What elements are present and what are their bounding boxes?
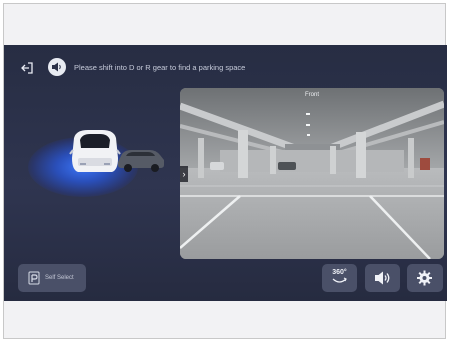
camera-nav-arrow[interactable]: › (180, 166, 188, 182)
gear-icon (417, 270, 432, 286)
camera-feed-image (180, 88, 444, 259)
view-360-label: 360° (332, 269, 347, 276)
settings-button[interactable] (407, 264, 443, 292)
exit-icon[interactable] (20, 61, 34, 75)
top-bar: Please shift into D or R gear to find a … (4, 55, 447, 81)
camera-view: Front › (180, 88, 444, 259)
rotate-360-icon (332, 277, 347, 283)
camera-view-label: Front (304, 92, 319, 98)
parked-vehicle (118, 150, 164, 172)
own-vehicle (69, 130, 121, 172)
vehicle-visual (69, 130, 164, 172)
guidance-message: Please shift into D or R gear to find a … (74, 63, 246, 72)
speaker-icon (52, 62, 61, 72)
voice-guide-button[interactable] (48, 58, 66, 76)
view-360-button[interactable]: 360° (322, 264, 357, 292)
self-select-label: Self Select (45, 275, 74, 281)
parking-assist-screen: Please shift into D or R gear to find a … (4, 45, 447, 301)
volume-icon (375, 271, 390, 285)
parking-select-icon (28, 271, 40, 285)
volume-button[interactable] (365, 264, 400, 292)
self-select-button[interactable]: Self Select (18, 264, 86, 292)
